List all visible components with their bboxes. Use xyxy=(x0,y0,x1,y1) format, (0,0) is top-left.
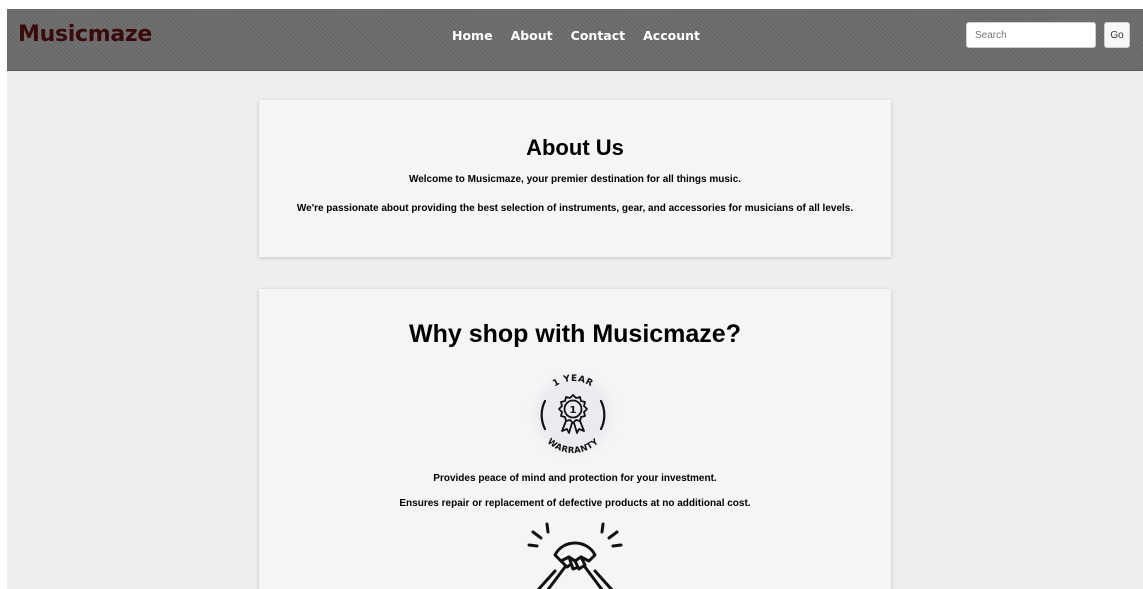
about-paragraph-passion: We're passionate about providing the bes… xyxy=(296,203,854,214)
handshake-icon xyxy=(527,522,623,589)
page: Musicmaze Home About Contact Account Go … xyxy=(7,9,1143,589)
why-point-repair-replacement: Ensures repair or replacement of defecti… xyxy=(399,498,751,509)
why-title: Why shop with Musicmaze? xyxy=(409,320,741,348)
navbar: Musicmaze Home About Contact Account Go xyxy=(7,9,1143,71)
nav-links: Home About Contact Account xyxy=(452,28,700,43)
about-paragraph-welcome: Welcome to Musicmaze, your premier desti… xyxy=(408,174,742,185)
nav-link-contact[interactable]: Contact xyxy=(571,28,625,43)
nav-link-home[interactable]: Home xyxy=(452,28,493,43)
about-card: About Us Welcome to Musicmaze, your prem… xyxy=(259,100,891,257)
one-year-warranty-badge-icon: 1 YEAR WARRANTY 1 xyxy=(535,374,611,456)
search-input[interactable] xyxy=(966,22,1096,48)
why-card: Why shop with Musicmaze? 1 YEAR WARRANTY… xyxy=(259,289,891,589)
nav-link-account[interactable]: Account xyxy=(643,28,700,43)
warranty-number-text: 1 xyxy=(570,405,577,416)
go-button[interactable]: Go xyxy=(1104,22,1130,48)
why-point-peace-of-mind: Provides peace of mind and protection fo… xyxy=(433,473,717,484)
about-title: About Us xyxy=(526,135,624,160)
nav-link-about[interactable]: About xyxy=(511,28,553,43)
brand-logo[interactable]: Musicmaze xyxy=(18,22,152,47)
